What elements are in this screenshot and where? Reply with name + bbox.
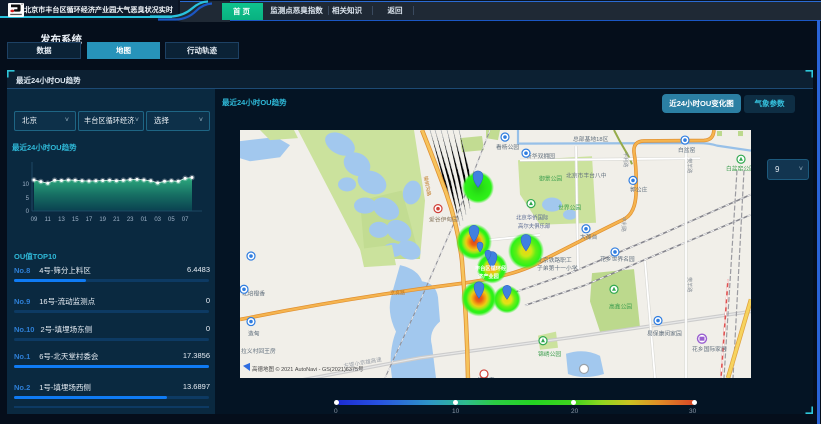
svg-text:京良路: 京良路 [390, 289, 405, 296]
svg-text:樊羊路: 樊羊路 [686, 158, 693, 173]
svg-text:大葆台: 大葆台 [580, 233, 598, 241]
svg-text:北京市丰台八中: 北京市丰台八中 [566, 171, 607, 179]
svg-text:19: 19 [99, 217, 106, 223]
svg-text:丰利路: 丰利路 [620, 217, 627, 232]
svg-text:15: 15 [72, 217, 79, 223]
svg-text:白盆窑公园: 白盆窑公园 [726, 164, 751, 172]
svg-text:10: 10 [22, 182, 29, 188]
svg-text:5: 5 [26, 196, 30, 202]
svg-text:花乡世界名园: 花乡世界名园 [600, 255, 635, 263]
svg-text:高尔夫俱乐部: 高尔夫俱乐部 [518, 222, 551, 230]
svg-text:21: 21 [113, 217, 120, 223]
svg-text:09: 09 [31, 217, 38, 223]
svg-text:易保康闵家园: 易保康闵家园 [647, 330, 682, 338]
svg-text:锦绣公园: 锦绣公园 [538, 350, 561, 358]
svg-text:北京华侨国际: 北京华侨国际 [516, 214, 549, 222]
svg-text:御景公园: 御景公园 [539, 174, 562, 182]
svg-text:01: 01 [141, 217, 148, 223]
svg-text:高德地图 © 2021 AutoNavi - GS(2021: 高德地图 © 2021 AutoNavi - GS(2021)6375号 [252, 365, 364, 373]
svg-text:郭公庄: 郭公庄 [630, 185, 648, 193]
svg-text:11: 11 [45, 217, 52, 223]
svg-text:丰台区循环经: 丰台区循环经 [475, 264, 507, 272]
svg-text:爱谷伊甸园: 爱谷伊甸园 [429, 216, 458, 224]
svg-text:总部基地18区: 总部基地18区 [573, 135, 609, 143]
svg-text:花乡国际家居: 花乡国际家居 [692, 345, 727, 353]
svg-text:世界公园: 世界公园 [558, 204, 581, 212]
svg-text:23: 23 [127, 217, 134, 223]
svg-text:07: 07 [182, 217, 189, 223]
svg-text:拉义村回王房: 拉义村回王房 [241, 347, 276, 355]
svg-text:济产业园: 济产业园 [478, 272, 499, 280]
svg-text:子弟第十一小学: 子弟第十一小学 [537, 264, 578, 272]
svg-text:17: 17 [86, 217, 93, 223]
svg-text:看杨公园: 看杨公园 [496, 143, 519, 151]
svg-text:白盆窑: 白盆窑 [678, 146, 696, 154]
svg-text:03: 03 [154, 217, 161, 223]
svg-text:丰利路: 丰利路 [622, 152, 629, 167]
svg-text:13: 13 [58, 217, 65, 223]
svg-text:樊羊路: 樊羊路 [686, 277, 693, 292]
svg-text:造甸: 造甸 [248, 330, 260, 338]
svg-text:高鑫公园: 高鑫公园 [609, 302, 632, 310]
svg-text:0: 0 [26, 209, 30, 215]
svg-text:05: 05 [168, 217, 175, 223]
